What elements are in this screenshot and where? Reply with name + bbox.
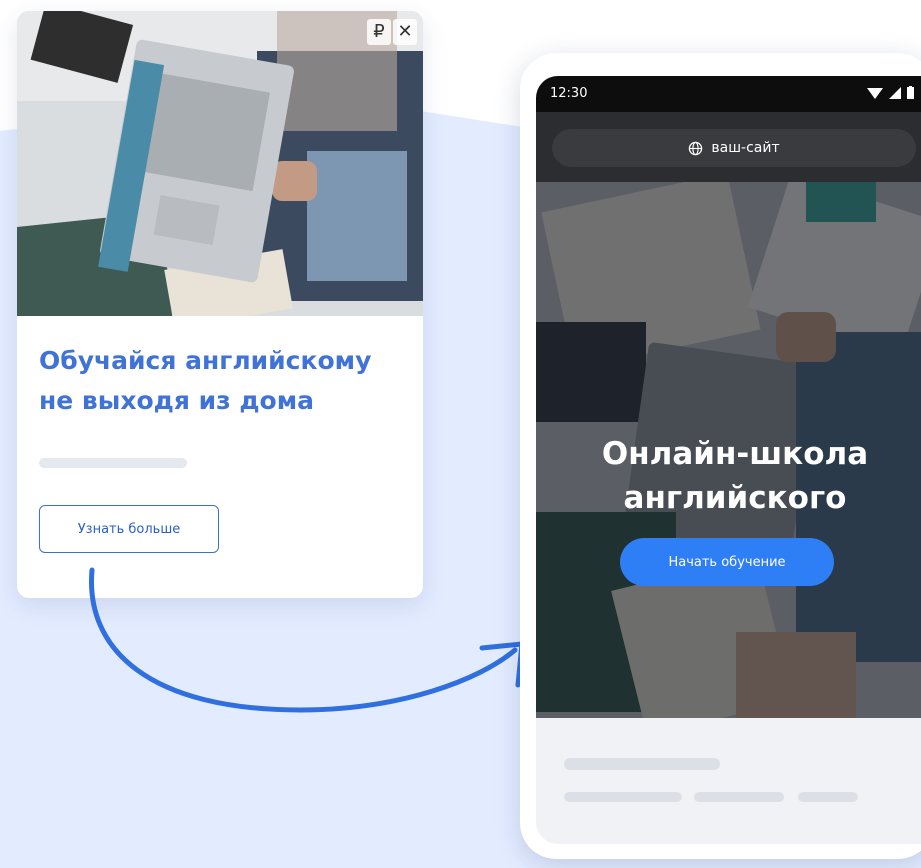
- url-text: ваш-сайт: [711, 140, 780, 156]
- learn-more-button[interactable]: Узнать больше: [39, 505, 219, 553]
- ruble-icon: ₽: [367, 19, 391, 45]
- text-placeholder: [39, 458, 187, 468]
- content-placeholder: [564, 792, 682, 802]
- address-bar[interactable]: ваш-сайт: [552, 129, 916, 167]
- ad-title: Обучайся английскому не выходя из дома: [39, 341, 409, 421]
- globe-icon: [689, 141, 703, 155]
- status-bar: 12:30: [536, 76, 921, 112]
- hero-title-line2: английского: [623, 480, 847, 516]
- phone-mockup: 12:30 ваш-сайт Онлайн-школа английского …: [520, 53, 921, 859]
- battery-icon: [907, 86, 914, 99]
- close-icon[interactable]: ✕: [393, 19, 417, 45]
- status-time: 12:30: [550, 86, 588, 101]
- curved-arrow-icon: [89, 567, 525, 713]
- hero-title: Онлайн-школа английского: [536, 432, 921, 520]
- cellular-icon: [889, 86, 901, 99]
- start-learning-button[interactable]: Начать обучение: [620, 538, 834, 586]
- content-placeholder: [798, 792, 858, 802]
- ad-title-line1: Обучайся английскому: [39, 346, 372, 375]
- hero-title-line1: Онлайн-школа: [601, 436, 869, 472]
- browser-bar: ваш-сайт: [536, 112, 921, 182]
- ad-image: [17, 11, 423, 316]
- phone-screen: 12:30 ваш-сайт Онлайн-школа английского …: [536, 76, 921, 844]
- ad-title-line2: не выходя из дома: [39, 386, 315, 415]
- content-placeholder: [564, 758, 720, 770]
- hero-section: Онлайн-школа английского Начать обучение: [536, 182, 921, 718]
- wifi-icon: [867, 87, 883, 99]
- ad-card[interactable]: ₽ ✕ Обучайся английскому не выходя из до…: [17, 11, 423, 598]
- content-placeholder: [694, 792, 784, 802]
